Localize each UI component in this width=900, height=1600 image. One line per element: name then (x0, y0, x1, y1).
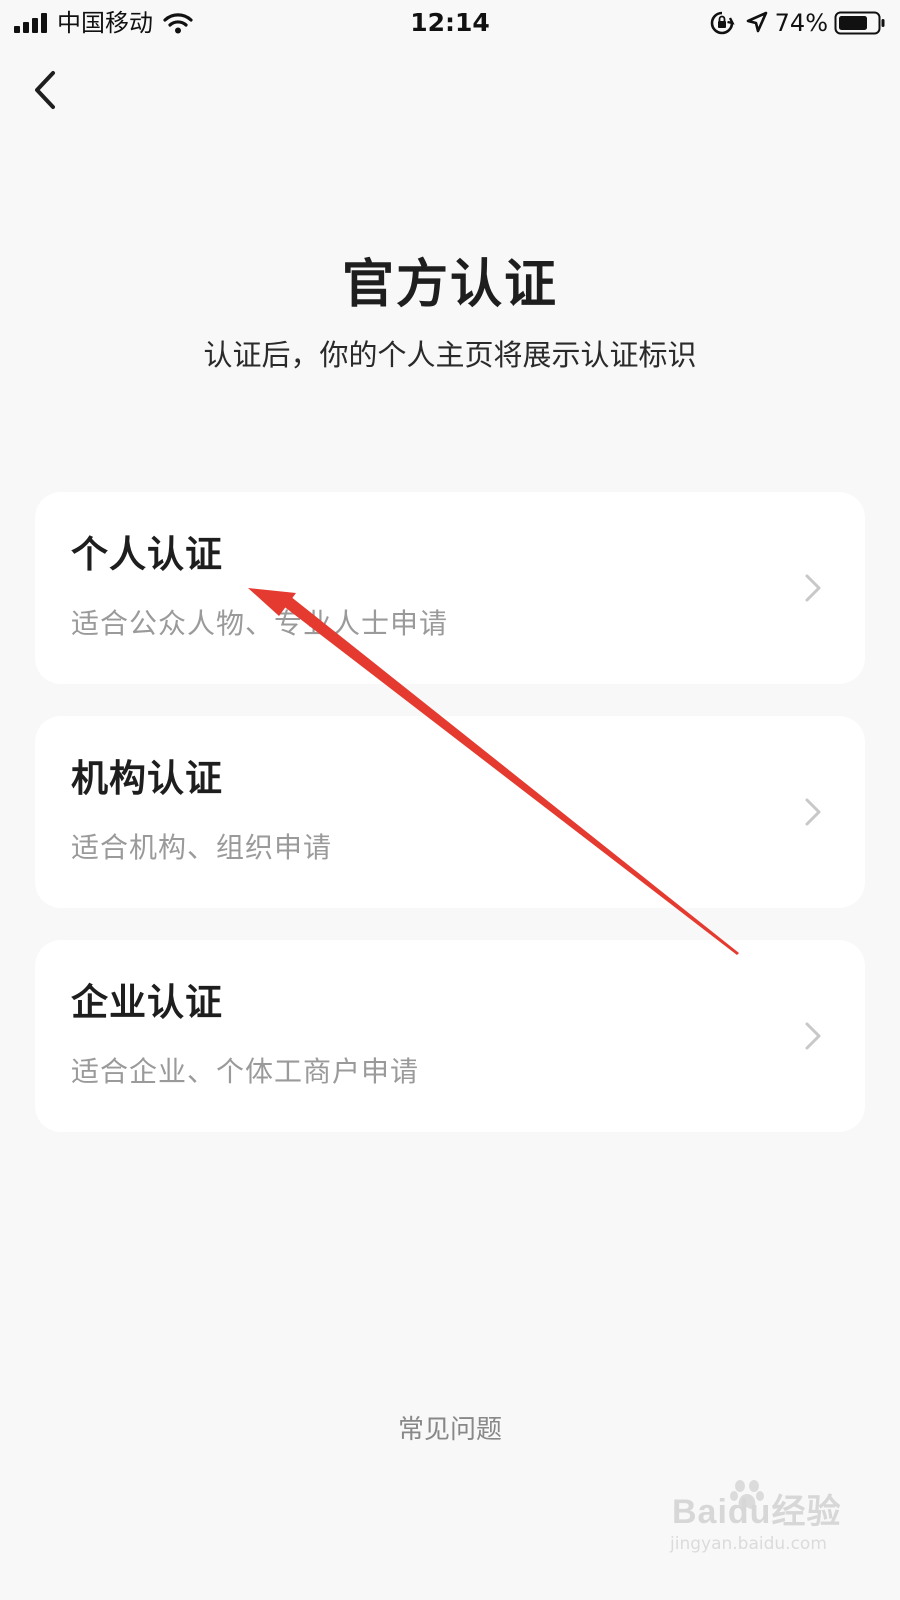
screen: 中国移动 12:14 74% 官方认证 认证后，你的个人主页将展示认证标识 个人… (0, 0, 900, 1600)
personal-verification-card[interactable]: 个人认证 适合公众人物、专业人士申请 (35, 492, 865, 684)
organization-verification-card[interactable]: 机构认证 适合机构、组织申请 (35, 716, 865, 908)
status-bar: 中国移动 12:14 74% (0, 0, 900, 46)
chevron-right-icon (805, 574, 821, 602)
watermark-url: jingyan.baidu.com (670, 1534, 827, 1554)
card-description: 适合机构、组织申请 (71, 831, 333, 864)
status-right: 74% (709, 8, 886, 38)
card-title: 企业认证 (71, 981, 223, 1024)
enterprise-verification-card[interactable]: 企业认证 适合企业、个体工商户申请 (35, 940, 865, 1132)
chevron-right-icon (805, 798, 821, 826)
baidu-jingyan-watermark: Baidu经验 jingyan.baidu.com (662, 1476, 842, 1566)
card-description: 适合企业、个体工商户申请 (71, 1055, 420, 1088)
location-icon (746, 11, 767, 33)
battery-icon (834, 11, 885, 35)
chevron-left-icon (35, 71, 55, 109)
back-button[interactable] (20, 62, 70, 118)
battery-percent: 74% (774, 9, 828, 37)
page-subtitle: 认证后，你的个人主页将展示认证标识 (203, 338, 697, 372)
card-title: 机构认证 (71, 757, 223, 800)
watermark-brand: Baidu经验 (672, 1493, 842, 1531)
card-description: 适合公众人物、专业人士申请 (71, 607, 449, 640)
faq-link[interactable]: 常见问题 (0, 1410, 900, 1450)
page-title: 官方认证 (341, 255, 558, 315)
card-title: 个人认证 (71, 533, 223, 576)
chevron-right-icon (805, 1022, 821, 1050)
orientation-lock-icon (710, 11, 735, 35)
